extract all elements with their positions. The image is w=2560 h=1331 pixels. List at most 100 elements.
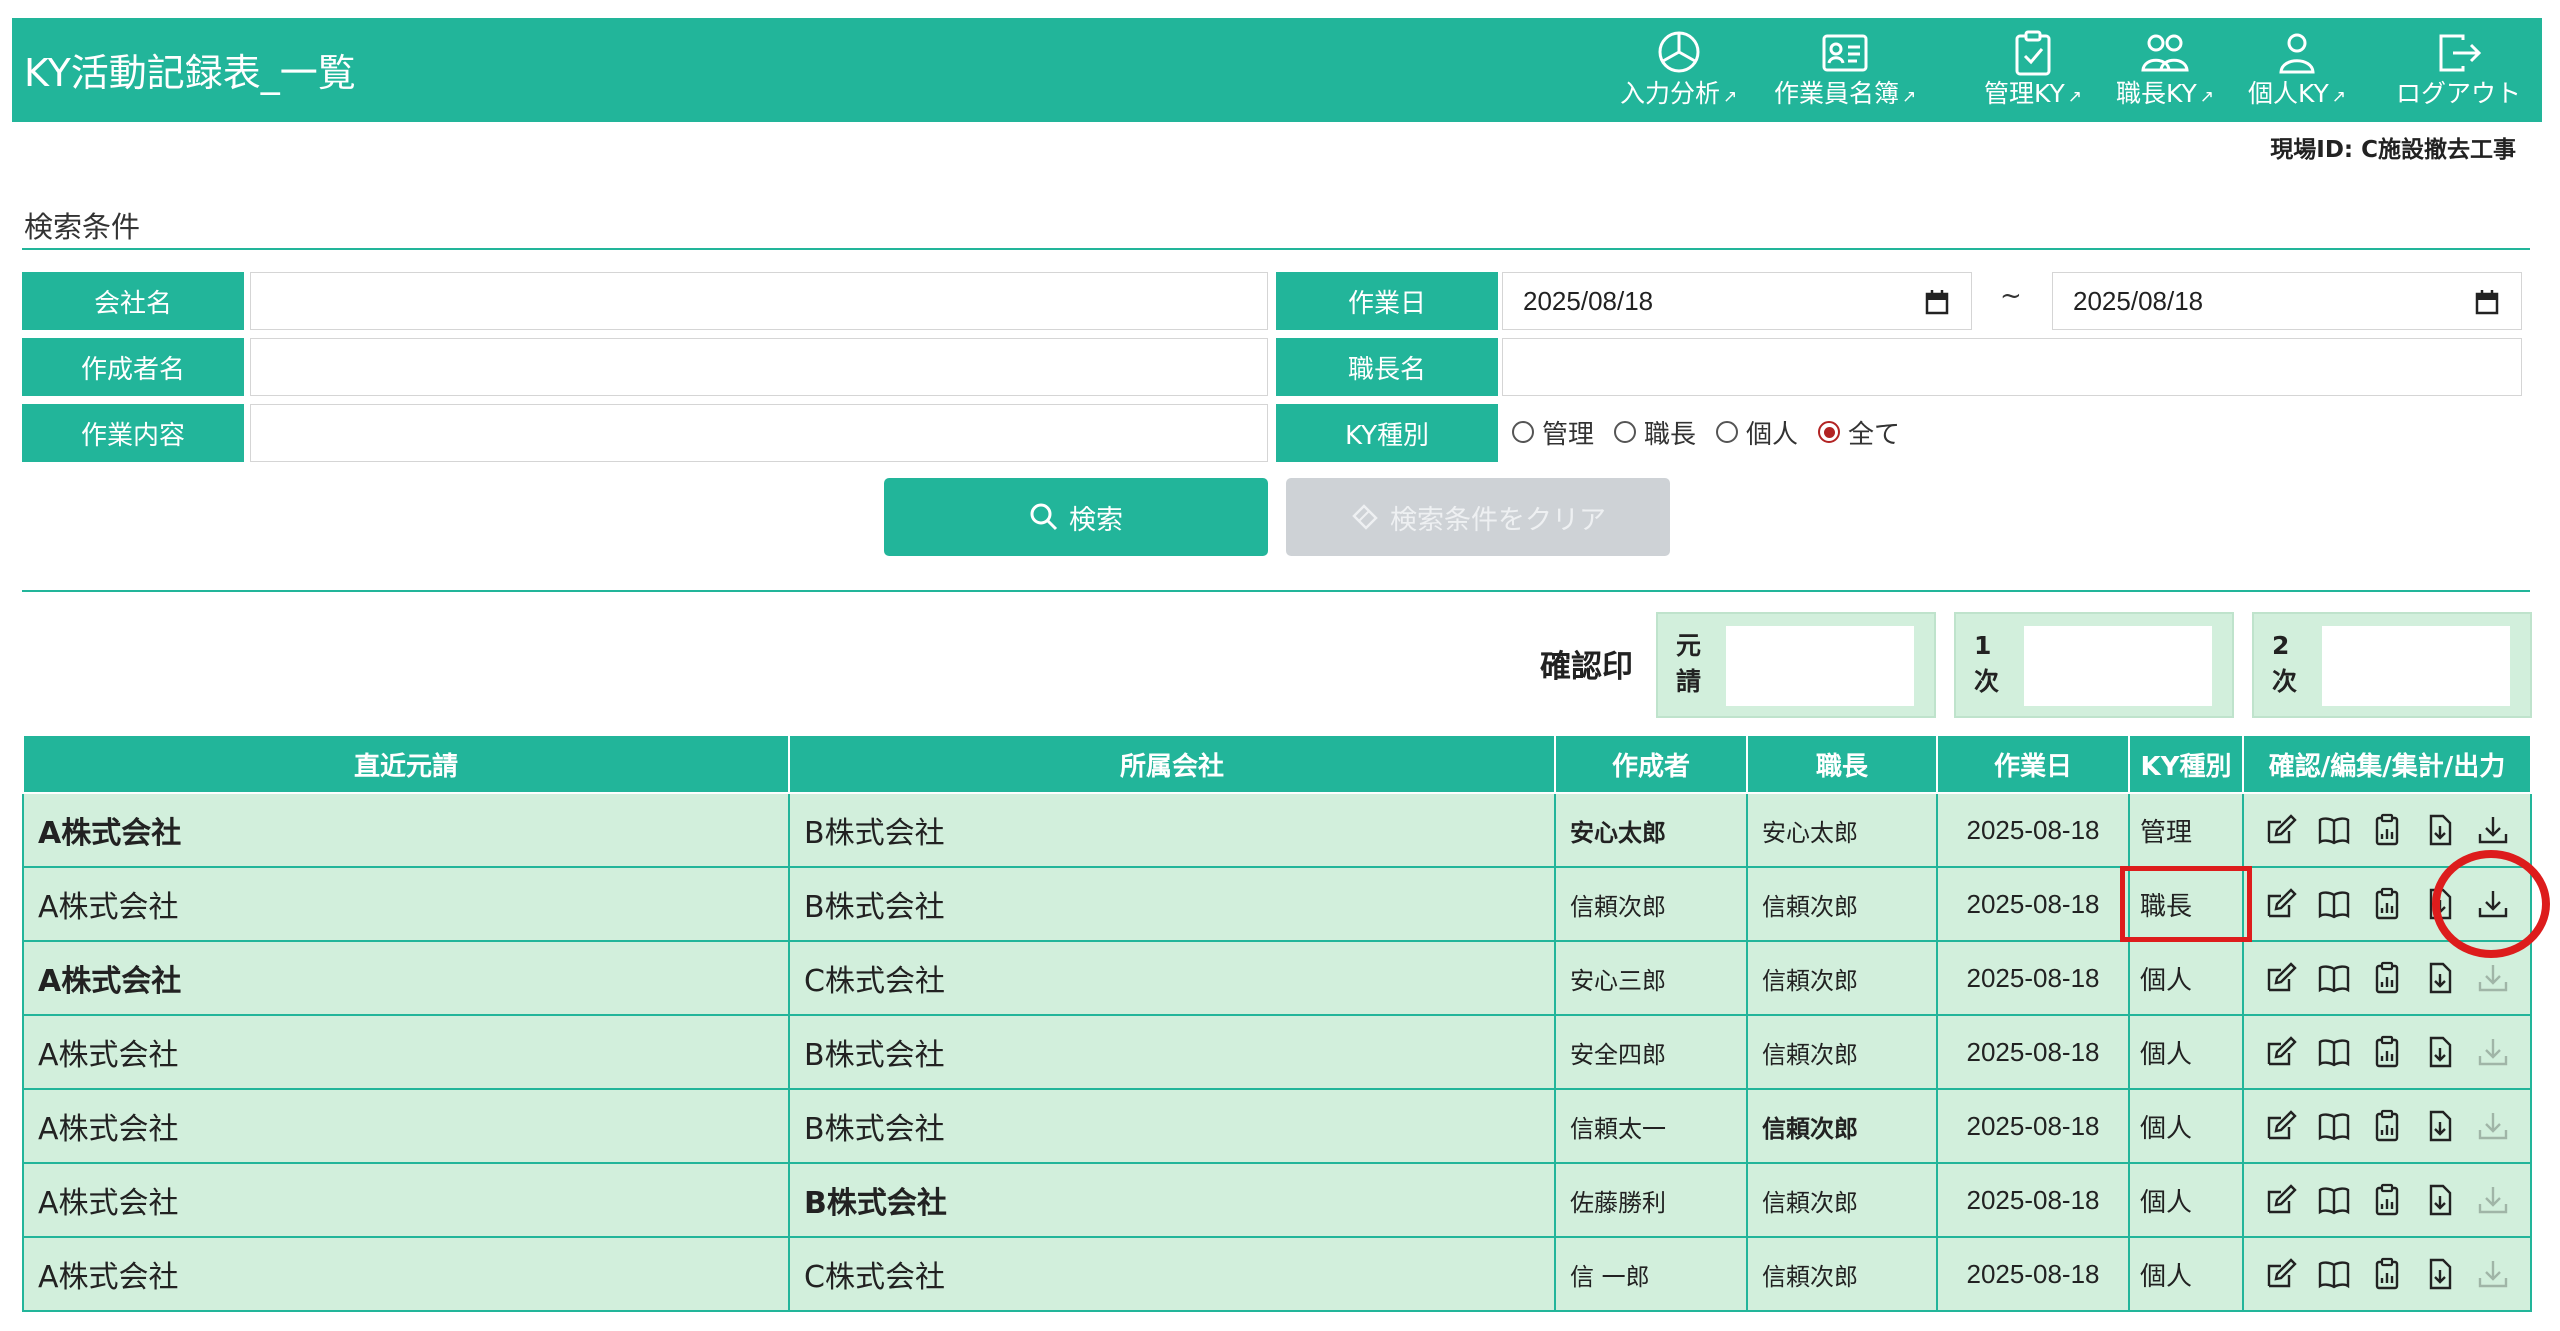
cell-ky-type: 個人 [2128,1162,2244,1238]
radio-foreman[interactable]: 職長 [1614,414,1696,451]
radio-circle [1716,421,1739,443]
table-row: A株式会社 B株式会社 信頼太一 信頼次郎 2025-08-18 個人 [22,1088,2532,1164]
radio-all[interactable]: 全て [1818,414,1900,451]
table-row: A株式会社 C株式会社 安心三郎 信頼次郎 2025-08-18 個人 [22,940,2532,1016]
column-header[interactable]: 直近元請 [22,734,790,794]
cell-foreman: 信頼次郎 [1746,1088,1938,1164]
stamp-first-tier: 1次 [1954,612,2234,718]
radio-label: 管理 [1542,419,1595,450]
foreman-input[interactable] [1502,338,2522,396]
stamp-tag: 2次 [2272,631,2298,697]
file-download-icon[interactable] [2423,1035,2457,1069]
calculator-icon[interactable] [2370,1183,2404,1217]
file-download-icon[interactable] [2423,1257,2457,1291]
column-header[interactable]: KY種別 [2128,734,2244,794]
edit-icon[interactable] [2264,813,2298,847]
cell-ky-type: 管理 [2128,792,2244,868]
radio-circle [1512,421,1534,443]
stamp-field[interactable] [2024,626,2212,706]
table-row: A株式会社 B株式会社 安心太郎 安心太郎 2025-08-18 管理 [22,792,2532,868]
calendar-icon[interactable] [1925,289,1949,315]
cell-ky-type: 個人 [2128,1236,2244,1312]
calculator-icon[interactable] [2370,1257,2404,1291]
calculator-icon[interactable] [2370,1035,2404,1069]
file-download-icon[interactable] [2423,813,2457,847]
radio-personal[interactable]: 個人 [1716,414,1798,451]
people-icon [2141,34,2189,72]
book-icon[interactable] [2317,1109,2351,1143]
table-header-row: 直近元請 所属会社 作成者 職長 作業日 KY種別 確認/編集/集計/出力 [22,734,2532,794]
edit-icon[interactable] [2264,1035,2298,1069]
nav-logout[interactable]: ログアウト [2396,30,2521,114]
date-to-input[interactable]: 2025/08/18 [2052,272,2522,330]
column-header[interactable]: 作業日 [1936,734,2130,794]
book-icon[interactable] [2317,961,2351,995]
edit-icon[interactable] [2264,961,2298,995]
company-input[interactable] [250,272,1268,330]
nav-management-ky[interactable]: 管理KY ↗ [1984,30,2082,114]
column-header: 確認/編集/集計/出力 [2242,734,2532,794]
book-icon[interactable] [2317,887,2351,921]
ky-type-radio-group: 管理 職長 個人 全て [1512,412,1920,452]
calculator-icon[interactable] [2370,813,2404,847]
column-header[interactable]: 作成者 [1554,734,1748,794]
book-icon[interactable] [2317,1035,2351,1069]
book-icon[interactable] [2317,1257,2351,1291]
file-download-icon[interactable] [2423,1183,2457,1217]
search-section-title: 検索条件 [24,210,141,244]
calculator-icon[interactable] [2370,887,2404,921]
cell-foreman: 信頼次郎 [1746,1014,1938,1090]
cell-actions [2242,1014,2532,1090]
edit-icon[interactable] [2264,887,2298,921]
cell-work-date: 2025-08-18 [1936,1088,2130,1164]
file-download-icon[interactable] [2423,1109,2457,1143]
nav-input-analysis[interactable]: 入力分析 ↗ [1620,30,1737,114]
cell-author: 安心三郎 [1554,940,1748,1016]
nav-label: 管理KY [1984,79,2065,108]
book-icon[interactable] [2317,1183,2351,1217]
external-link-icon: ↗ [2331,87,2347,107]
search-button[interactable]: 検索 [884,478,1268,556]
date-from-input[interactable]: 2025/08/18 [1502,272,1972,330]
download-icon[interactable] [2476,887,2510,921]
download-icon[interactable] [2476,813,2510,847]
table-row: A株式会社 B株式会社 信頼次郎 信頼次郎 2025-08-18 職長 [22,866,2532,942]
pie-chart-icon [1658,31,1700,73]
nav-foreman-ky[interactable]: 職長KY ↗ [2116,30,2214,114]
edit-icon[interactable] [2264,1109,2298,1143]
cell-prime-contractor: A株式会社 [22,792,790,868]
radio-label: 全て [1848,419,1901,450]
edit-icon[interactable] [2264,1183,2298,1217]
action-icons [2264,961,2529,995]
radio-management[interactable]: 管理 [1512,414,1594,451]
column-header[interactable]: 職長 [1746,734,1938,794]
clipboard-check-icon [2015,30,2051,76]
file-download-icon[interactable] [2423,961,2457,995]
cell-foreman: 信頼次郎 [1746,940,1938,1016]
cell-foreman: 信頼次郎 [1746,1236,1938,1312]
stamp-field[interactable] [1726,626,1914,706]
divider [22,590,2530,592]
nav-personal-ky[interactable]: 個人KY ↗ [2248,30,2346,114]
clear-conditions-button[interactable]: 検索条件をクリア [1286,478,1670,556]
cell-prime-contractor: A株式会社 [22,1014,790,1090]
calculator-icon[interactable] [2370,1109,2404,1143]
radio-label: 職長 [1644,419,1697,450]
file-download-icon[interactable] [2423,887,2457,921]
author-input[interactable] [250,338,1268,396]
column-header[interactable]: 所属会社 [788,734,1556,794]
calendar-icon[interactable] [2475,289,2499,315]
work-content-input[interactable] [250,404,1268,462]
cell-author: 佐藤勝利 [1554,1162,1748,1238]
book-icon[interactable] [2317,813,2351,847]
table-row: A株式会社 B株式会社 佐藤勝利 信頼次郎 2025-08-18 個人 [22,1162,2532,1238]
stamp-field[interactable] [2322,626,2510,706]
nav-worker-roster[interactable]: 作業員名簿 ↗ [1774,30,1916,114]
edit-icon[interactable] [2264,1257,2298,1291]
action-icons [2264,1035,2529,1069]
confirmation-stamp-label: 確認印 [1540,649,1633,685]
action-icons [2264,1183,2529,1217]
calculator-icon[interactable] [2370,961,2404,995]
site-id: 現場ID: C施設撤去工事 [2270,137,2516,163]
radio-circle [1614,421,1637,443]
